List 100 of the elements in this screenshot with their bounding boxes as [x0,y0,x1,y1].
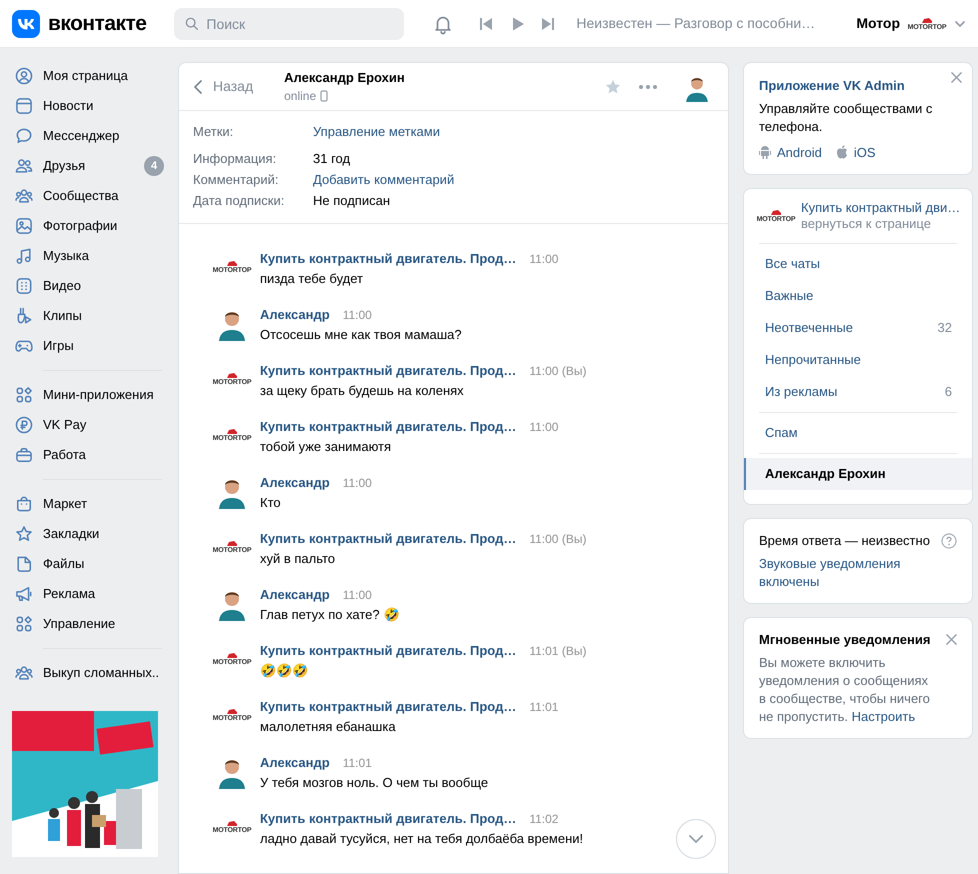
window-icon [14,96,34,116]
close-icon[interactable] [951,72,962,83]
sidebar-item[interactable]: VK Pay [14,410,164,440]
more-icon[interactable] [638,84,658,90]
settings-link[interactable]: Настроить [852,709,916,724]
apple-icon [836,145,848,160]
message-time: 11:00 (Вы) [529,363,586,380]
message-time: 11:00 [529,251,558,268]
sender-name[interactable]: Александр [260,305,330,324]
sidebar-item[interactable]: Новости [14,91,164,121]
contact-name[interactable]: Александр Ерохин [284,68,405,88]
store-link[interactable]: Android [759,142,822,162]
sender-name[interactable]: Купить контрактный двигатель. Прод… [260,697,516,716]
robot-icon [759,145,771,160]
sidebar-item[interactable]: Работа [14,440,164,470]
chevron-left-icon [193,78,203,94]
sidebar-item[interactable]: Сообщества [14,181,164,211]
sender-name[interactable]: Александр [260,473,330,492]
filter-item[interactable]: Важные [744,280,972,312]
card-title: Приложение VK Admin [759,77,905,95]
sidebar-item[interactable]: Видео [14,271,164,301]
apps-grid-icon [14,614,34,634]
scroll-down-button[interactable] [676,819,716,859]
film-icon [14,276,34,296]
item-count: 32 [938,319,952,338]
sender-name[interactable]: Купить контрактный двигатель. Прод… [260,641,516,660]
info-label: Метки: [193,122,234,141]
info-link[interactable]: Управление метками [313,122,440,142]
sidebar-item[interactable]: Реклама [14,579,164,609]
search-field[interactable]: Поиск [174,8,404,40]
info-link[interactable]: Добавить комментарий [313,170,454,190]
filter-item[interactable]: Спам [744,417,972,449]
community-link[interactable]: Купить контрактный дви… [801,200,960,216]
sender-name[interactable]: Купить контрактный двигатель. Прод… [260,361,516,380]
online-status: online [284,88,316,106]
sound-settings-link[interactable]: Звуковые уведомления включены [759,554,957,590]
message-time: 11:01 [342,755,372,772]
next-icon[interactable] [540,16,556,32]
message-time: 11:00 [342,307,372,324]
star-icon [14,524,34,544]
message-text: Глав петух по хате? 🤣 [260,606,400,624]
filter-item[interactable]: Все чаты [744,248,972,280]
message-text: за щеку брать будешь на коленях [260,382,465,400]
sender-name[interactable]: Купить контрактный двигатель. Прод… [260,417,516,436]
filter-item[interactable]: Неотвеченные 32 [744,312,972,344]
message-time: 11:01 [529,699,558,716]
info-value: Не подписан [313,192,390,210]
sidebar-item[interactable]: Клипы [14,301,164,331]
sidebar-item[interactable]: Друзья 4 [14,151,164,181]
shopping-bag-icon [14,494,34,514]
play-icon[interactable] [510,16,526,32]
message-text: 🤣🤣🤣 [260,662,309,680]
store-link[interactable]: iOS [836,142,876,162]
sidebar-item[interactable]: Файлы [14,549,164,579]
sidebar-item[interactable]: Игры [14,331,164,361]
message-text: Отсосешь мне как твоя мамаша? [260,326,462,344]
message-time: 11:00 [529,419,558,436]
filter-item[interactable]: Александр Ерохин [744,458,972,490]
sidebar-item[interactable]: Фотографии [14,211,164,241]
sender-name[interactable]: Купить контрактный двигатель. Прод… [260,809,516,828]
filter-item[interactable]: Из рекламы 6 [744,376,972,408]
previous-icon[interactable] [478,16,494,32]
info-label: Комментарий: [193,170,280,189]
message-time: 11:02 [529,811,558,828]
image-icon [14,216,34,236]
sender-name[interactable]: Купить контрактный двигатель. Прод… [260,249,516,268]
count-badge: 4 [144,156,164,176]
sidebar-item[interactable]: Музыка [14,241,164,271]
message-time: 11:00 (Вы) [529,531,586,548]
brand-name: вконтакте [48,10,146,37]
sender-name[interactable]: Александр [260,753,330,772]
close-icon[interactable] [946,634,957,644]
briefcase-icon [14,445,34,465]
sidebar-item[interactable]: Выкуп сломанных.. [14,658,164,688]
sender-name[interactable]: Александр [260,585,330,604]
message-text: хуй в пальто [260,550,336,568]
ruble-icon [14,415,34,435]
sender-name[interactable]: Купить контрактный двигатель. Прод… [260,529,516,548]
user-circle-icon [14,66,34,86]
megaphone-icon [14,584,34,604]
card-title: Мгновенные уведомления [759,630,930,649]
info-label: Дата подписки: [193,192,286,210]
sidebar-item[interactable]: Мессенджер [14,121,164,151]
sidebar-item[interactable]: Управление [14,609,164,639]
filter-item[interactable]: Непрочитанные [744,344,972,376]
help-icon[interactable] [941,532,957,549]
message-text: Кто [260,494,282,512]
card-text: Вы можете включить уведомления о сообщениях в сообществе, чтобы ничего не пропустить. Настроить [759,654,931,726]
message-time: 11:00 [342,587,372,604]
sidebar-item[interactable]: Мини-приложения [14,380,164,410]
sidebar-item[interactable]: Закладки [14,519,164,549]
sidebar-item[interactable]: Моя страница [14,61,164,91]
vk-logo-icon[interactable] [12,10,40,38]
message-text: пизда тебе будет [260,270,364,288]
message-time: 11:01 (Вы) [529,643,586,660]
sidebar-item[interactable]: Маркет [14,489,164,519]
info-label: Информация: [193,150,278,168]
star-icon[interactable] [604,78,622,96]
phone-icon [320,90,328,102]
user-name[interactable]: Мотор [856,13,900,34]
